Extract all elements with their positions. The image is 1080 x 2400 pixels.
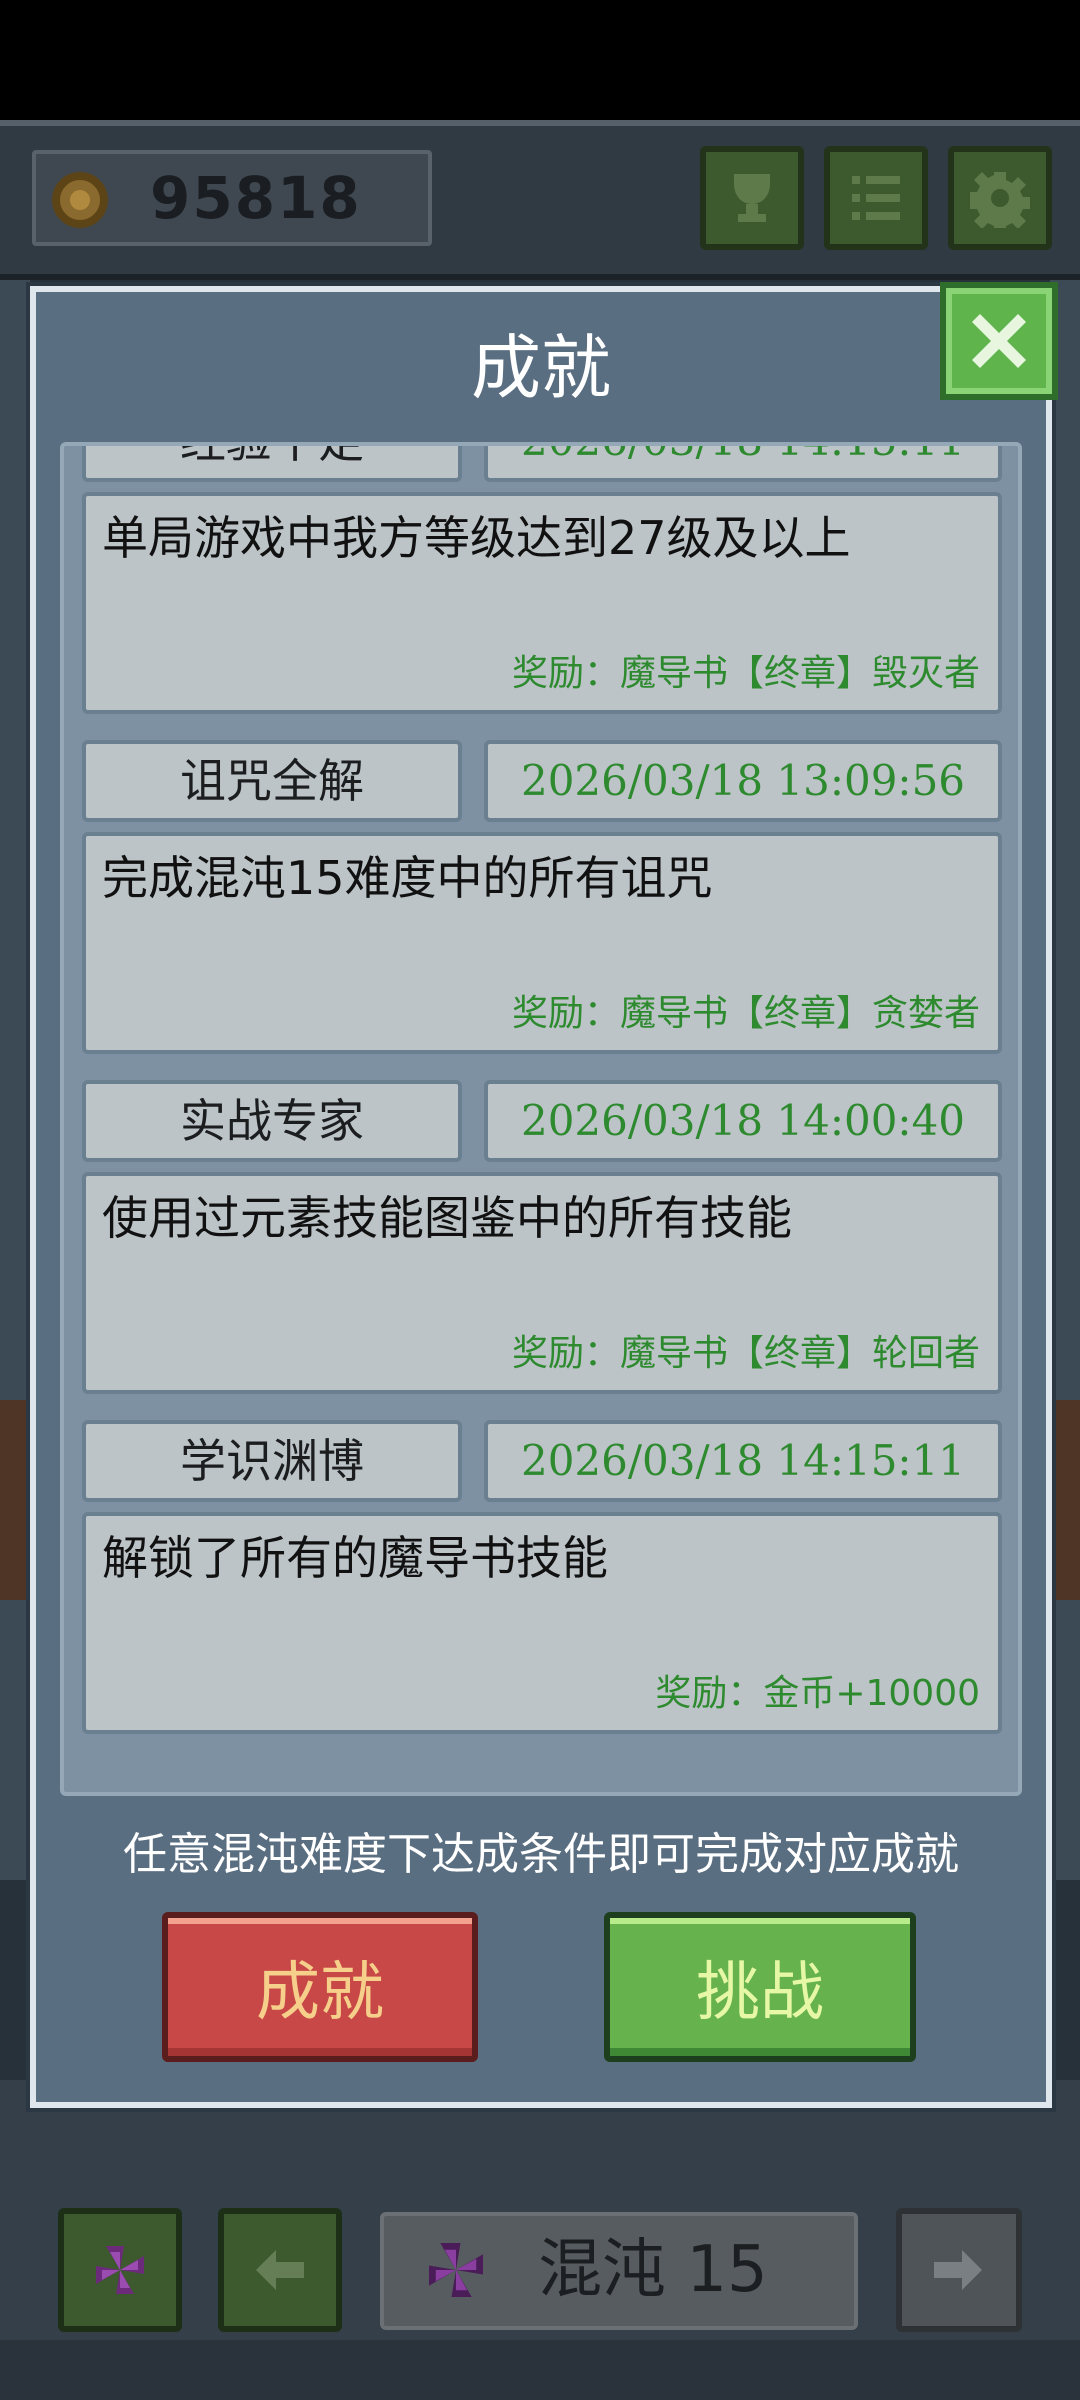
trophy-button[interactable]	[700, 146, 804, 250]
achievement-date: 2026/03/18 14:15:11	[484, 446, 1002, 482]
achievement-card: 完成混沌15难度中的所有诅咒 奖励：魔导书【终章】贪婪者	[82, 832, 1002, 1054]
coin-icon-center	[70, 190, 90, 210]
chaos-pinwheel-icon	[64, 2214, 176, 2326]
achievement-name: 经验十足	[82, 446, 462, 482]
settings-button[interactable]	[948, 146, 1052, 250]
achievement-list-scroll[interactable]: 经验十足 2026/03/18 14:15:11 单局游戏中我方等级达到27级及…	[64, 446, 1018, 1792]
close-icon[interactable]	[940, 282, 1058, 400]
chaos-pinwheel-icon	[420, 2234, 492, 2306]
achievement-card: 解锁了所有的魔导书技能 奖励：金币+10000	[82, 1512, 1002, 1734]
achievement-name: 诅咒全解	[82, 740, 462, 822]
difficulty-label: 混沌 15	[538, 2233, 768, 2307]
achievement-reward: 奖励：魔导书【终章】轮回者	[511, 1333, 980, 1374]
chaos-mode-button[interactable]	[58, 2208, 182, 2332]
achievement-list[interactable]: 经验十足 2026/03/18 14:15:11 单局游戏中我方等级达到27级及…	[60, 442, 1022, 1796]
arrow-left-icon	[224, 2214, 336, 2326]
next-difficulty-button[interactable]	[896, 2208, 1022, 2332]
achievements-tab-button[interactable]: 成就	[162, 1912, 478, 2062]
trophy-icon	[706, 152, 798, 244]
achievement-name: 学识渊博	[82, 1420, 462, 1502]
list-button[interactable]	[824, 146, 928, 250]
achievement-card: 单局游戏中我方等级达到27级及以上 奖励：魔导书【终章】毁灭者	[82, 492, 1002, 714]
arrow-right-icon	[902, 2214, 1014, 2326]
previous-difficulty-button[interactable]	[218, 2208, 342, 2332]
achievement-reward: 奖励：金币+10000	[655, 1673, 980, 1714]
achievement-date: 2026/03/18 13:09:56	[484, 740, 1002, 822]
bottom-strip	[0, 2340, 1080, 2400]
coin-value: 95818	[150, 164, 362, 232]
achievement-description: 单局游戏中我方等级达到27级及以上	[102, 511, 851, 565]
list-icon	[830, 152, 922, 244]
scene-left-edge	[0, 280, 30, 1880]
achievement-card: 使用过元素技能图鉴中的所有技能 奖励：魔导书【终章】轮回者	[82, 1172, 1002, 1394]
challenge-tab-button[interactable]: 挑战	[604, 1912, 916, 2062]
modal-title: 成就	[471, 327, 611, 409]
gear-icon	[954, 152, 1046, 244]
scene-right-edge	[1050, 280, 1080, 1880]
achievement-description: 完成混沌15难度中的所有诅咒	[102, 851, 713, 905]
completion-hint: 任意混沌难度下达成条件即可完成对应成就	[123, 1829, 959, 1880]
achievement-date: 2026/03/18 14:15:11	[484, 1420, 1002, 1502]
achievement-date: 2026/03/18 14:00:40	[484, 1080, 1002, 1162]
achievement-description: 使用过元素技能图鉴中的所有技能	[102, 1191, 792, 1245]
achievement-name: 实战专家	[82, 1080, 462, 1162]
achievement-reward: 奖励：魔导书【终章】贪婪者	[511, 993, 980, 1034]
achievement-description: 解锁了所有的魔导书技能	[102, 1531, 608, 1585]
achievement-reward: 奖励：魔导书【终章】毁灭者	[511, 653, 980, 694]
